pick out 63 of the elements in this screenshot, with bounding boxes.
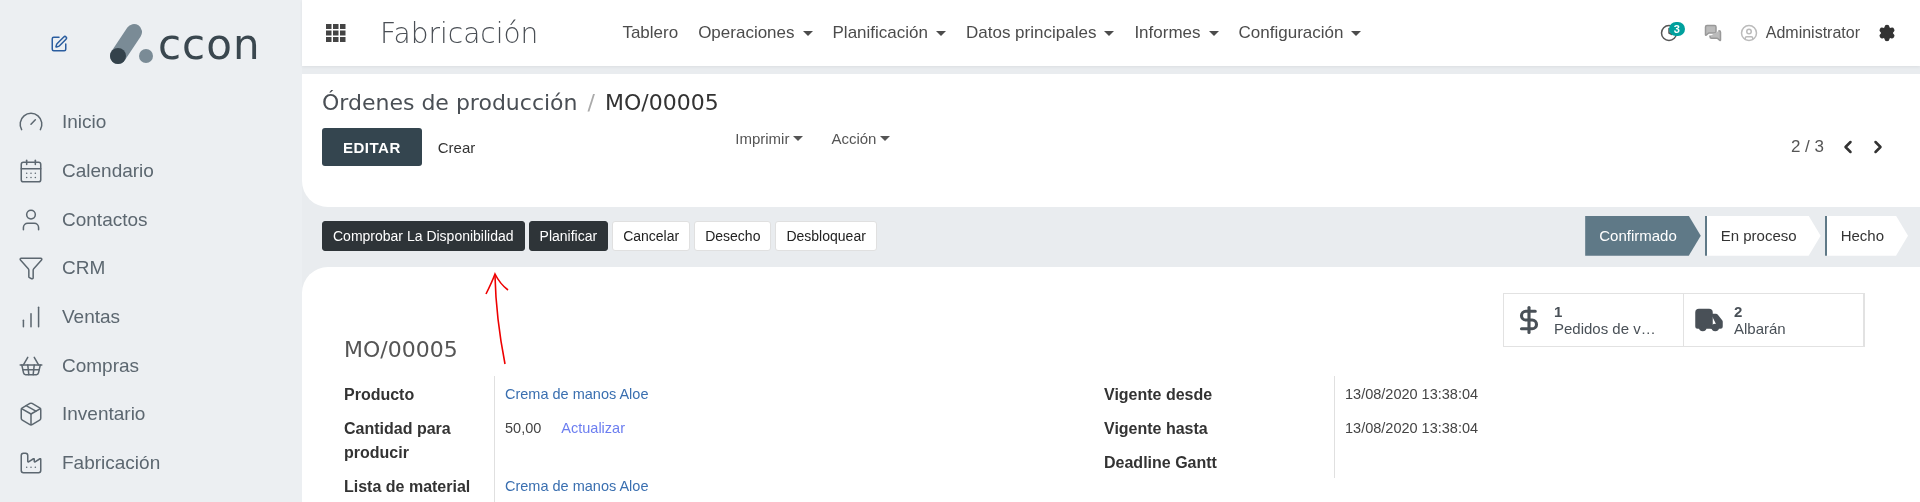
sidebar-item[interactable]: Contactos	[18, 195, 302, 245]
user-menu[interactable]: Administrator	[1739, 24, 1860, 43]
action-button[interactable]: Desbloquear	[775, 220, 877, 251]
field-link[interactable]: Crema de manos Aloe	[505, 384, 649, 404]
factory-icon	[18, 450, 44, 477]
apps-grid-icon[interactable]	[326, 24, 346, 43]
field-link[interactable]: Crema de manos Aloe	[505, 476, 649, 496]
settings-icon[interactable]	[1878, 24, 1896, 43]
chat-icon[interactable]	[1703, 24, 1722, 43]
sidebar-item[interactable]: Calendario	[18, 146, 302, 196]
sidebar-item[interactable]: CRM	[18, 244, 302, 293]
sidebar-item[interactable]: Ventas	[18, 292, 302, 342]
breadcrumb-link[interactable]: Órdenes de producción	[322, 89, 578, 115]
caret-icon	[802, 30, 813, 36]
action-button[interactable]: Comprobar La Disponibilidad	[322, 220, 525, 251]
field-value: 50,00	[505, 419, 542, 438]
field-label: Producto	[344, 385, 416, 405]
status-stage[interactable]: Hecho	[1824, 215, 1908, 256]
pager-counter: 2 / 3	[1790, 137, 1824, 158]
edit-icon[interactable]	[50, 35, 68, 53]
funnel-icon	[18, 255, 44, 282]
avatar-icon	[1739, 24, 1758, 43]
field-label: Cantidad para producir	[344, 419, 452, 463]
sidebar-item[interactable]: Compras	[18, 341, 302, 391]
activity-count: 3	[1668, 22, 1685, 37]
sidebar-item[interactable]: Inicio	[18, 98, 302, 147]
caret-icon	[1351, 30, 1362, 36]
menu-item[interactable]: Configuración	[1238, 23, 1362, 44]
box-icon	[18, 401, 44, 428]
field-label: Vigente hasta	[1104, 419, 1209, 439]
record-title: MO/00005	[344, 337, 458, 362]
app-title: Fabricación	[380, 16, 539, 50]
field-value: 13/08/2020 13:38:04	[1345, 385, 1479, 404]
edit-button[interactable]: EDITAR	[322, 128, 422, 167]
status-stage[interactable]: En proceso	[1704, 215, 1821, 256]
action-button[interactable]: Desecho	[694, 220, 772, 251]
dropdown-button[interactable]: Acción	[829, 128, 893, 150]
caret-icon	[1208, 30, 1219, 36]
sidebar-item[interactable]: Inventario	[18, 390, 302, 439]
caret-icon	[880, 136, 891, 142]
caret-icon	[793, 136, 804, 142]
update-link[interactable]: Actualizar	[561, 418, 625, 438]
menu-item[interactable]: Planificación	[832, 23, 946, 44]
field-label: Deadline Gantt	[1104, 453, 1218, 473]
calendar-icon	[18, 158, 44, 185]
action-button[interactable]: Planificar	[528, 220, 609, 251]
field-label: Lista de material	[344, 477, 472, 497]
breadcrumb-separator: /	[587, 89, 595, 115]
caret-icon	[936, 30, 946, 36]
logo-text: ccon	[158, 19, 261, 69]
status-stage[interactable]: Confirmado	[1585, 215, 1701, 256]
breadcrumb-current: MO/00005	[604, 89, 719, 115]
menu-item[interactable]: Datos principales	[966, 23, 1115, 44]
sidebar-item[interactable]: Fabricación	[18, 438, 302, 488]
field-value: 13/08/2020 13:38:04	[1345, 419, 1479, 438]
action-button[interactable]: Cancelar	[612, 220, 691, 251]
dropdown-button[interactable]: Imprimir	[733, 128, 806, 150]
menu-item[interactable]: Informes	[1134, 23, 1219, 44]
caret-icon	[1104, 30, 1115, 36]
field-label: Vigente desde	[1104, 385, 1214, 405]
menu-item[interactable]: Tablero	[622, 23, 679, 44]
menu-item[interactable]: Operaciones	[698, 23, 813, 44]
create-button[interactable]: Crear	[429, 132, 484, 162]
